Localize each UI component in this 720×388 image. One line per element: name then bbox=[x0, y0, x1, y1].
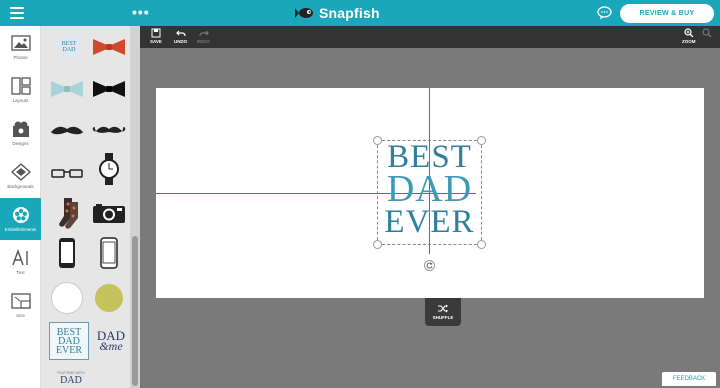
watch-icon bbox=[99, 153, 119, 185]
sticker-phone-black[interactable] bbox=[49, 238, 85, 268]
save-icon bbox=[151, 28, 161, 38]
sidebar-item-photos[interactable]: Photos bbox=[0, 26, 41, 68]
socks-icon bbox=[59, 198, 78, 229]
sticker-white-circle[interactable] bbox=[49, 280, 85, 316]
layouts-icon bbox=[10, 77, 31, 95]
sticker-label: BEST DAD bbox=[56, 34, 82, 60]
sticker-best-dad-badge[interactable]: BEST DAD bbox=[51, 32, 87, 62]
rotate-handle[interactable] bbox=[424, 260, 435, 271]
shuffle-icon bbox=[438, 304, 448, 313]
scrollbar-thumb[interactable] bbox=[132, 236, 138, 386]
phone-icon bbox=[59, 238, 75, 268]
sticker-glasses[interactable] bbox=[49, 158, 85, 188]
redo-button[interactable]: REDO bbox=[197, 28, 210, 44]
sticker-dad-and-me[interactable]: DAD &me bbox=[93, 324, 129, 358]
circle-shape bbox=[93, 282, 125, 314]
save-button[interactable]: SAVE bbox=[150, 28, 162, 44]
rotate-icon bbox=[426, 262, 433, 269]
sidebar-item-embellishments[interactable]: Embellishments bbox=[0, 198, 41, 240]
photos-icon bbox=[10, 35, 31, 51]
undo-button[interactable]: UNDO bbox=[174, 28, 187, 44]
sidebar-item-size[interactable]: Size bbox=[0, 284, 41, 326]
left-sidebar: Photos Layouts Designs Backgrounds Embel… bbox=[0, 26, 41, 388]
sticker-watch[interactable] bbox=[91, 153, 127, 185]
camera-icon bbox=[93, 204, 125, 223]
embellishments-icon bbox=[12, 207, 29, 223]
shuffle-button[interactable]: SHUFFLE bbox=[425, 298, 461, 326]
text-icon bbox=[11, 249, 28, 266]
sticker-phone-white[interactable] bbox=[91, 237, 127, 269]
sticker-mustache[interactable] bbox=[49, 116, 85, 146]
circle-shape bbox=[51, 282, 83, 314]
sticker-green-circle[interactable] bbox=[91, 280, 127, 316]
resize-handle-bottom-left[interactable] bbox=[373, 240, 382, 249]
bowtie-icon bbox=[93, 81, 125, 97]
sticker-socks[interactable] bbox=[51, 198, 87, 229]
embellishments-panel: BEST DAD BEST DAD EVER DAD &me PLAYTIME … bbox=[41, 26, 140, 388]
backgrounds-icon bbox=[10, 163, 31, 181]
resize-handle-top-right[interactable] bbox=[477, 136, 486, 145]
fish-icon bbox=[295, 8, 313, 18]
editor-toolbar: SAVE UNDO REDO ZOOM bbox=[140, 26, 720, 48]
phone-icon bbox=[100, 237, 118, 269]
sticker-black-bowtie[interactable] bbox=[91, 74, 127, 104]
sticker-red-bowtie[interactable] bbox=[91, 32, 127, 62]
zoom-out-icon bbox=[702, 28, 712, 38]
resize-handle-bottom-right[interactable] bbox=[477, 240, 486, 249]
feedback-button[interactable]: FEEDBACK bbox=[662, 372, 716, 386]
designs-icon bbox=[12, 121, 29, 137]
sticker-best-dad-ever[interactable]: BEST DAD EVER bbox=[49, 322, 89, 360]
chat-icon[interactable] bbox=[597, 6, 612, 20]
size-icon bbox=[10, 293, 31, 309]
zoom-out-button[interactable] bbox=[702, 28, 712, 38]
snapfish-logo[interactable]: Snapfish bbox=[295, 4, 380, 22]
sidebar-item-backgrounds[interactable]: Backgrounds bbox=[0, 155, 41, 197]
sticker-teal-bowtie[interactable] bbox=[49, 74, 85, 104]
undo-icon bbox=[175, 30, 186, 37]
best-dad-ever-artwork[interactable]: BEST DAD EVER bbox=[380, 140, 479, 239]
menu-icon[interactable] bbox=[10, 7, 24, 19]
sidebar-item-layouts[interactable]: Layouts bbox=[0, 69, 41, 111]
resize-handle-top-left[interactable] bbox=[373, 136, 382, 145]
bowtie-icon bbox=[93, 39, 125, 55]
sticker-playtime-dad[interactable]: PLAYTIME WITH DAD bbox=[51, 370, 91, 388]
redo-icon bbox=[198, 30, 209, 37]
more-options-icon[interactable]: ••• bbox=[132, 4, 150, 20]
sticker-curly-mustache[interactable] bbox=[91, 116, 127, 146]
bowtie-icon bbox=[51, 81, 83, 97]
sidebar-item-designs[interactable]: Designs bbox=[0, 112, 41, 154]
top-bar: ••• Snapfish REVIEW & BUY bbox=[0, 0, 720, 26]
logo-text: Snapfish bbox=[319, 5, 380, 21]
zoom-in-icon bbox=[684, 28, 694, 38]
mustache-icon bbox=[92, 126, 126, 133]
review-and-buy-button[interactable]: REVIEW & BUY bbox=[620, 4, 714, 23]
zoom-button[interactable]: ZOOM bbox=[682, 28, 696, 44]
sticker-camera[interactable] bbox=[91, 198, 127, 228]
panel-scrollbar[interactable] bbox=[130, 26, 140, 388]
sidebar-item-text[interactable]: Text bbox=[0, 241, 41, 283]
mustache-icon bbox=[50, 126, 84, 135]
glasses-icon bbox=[51, 169, 83, 178]
